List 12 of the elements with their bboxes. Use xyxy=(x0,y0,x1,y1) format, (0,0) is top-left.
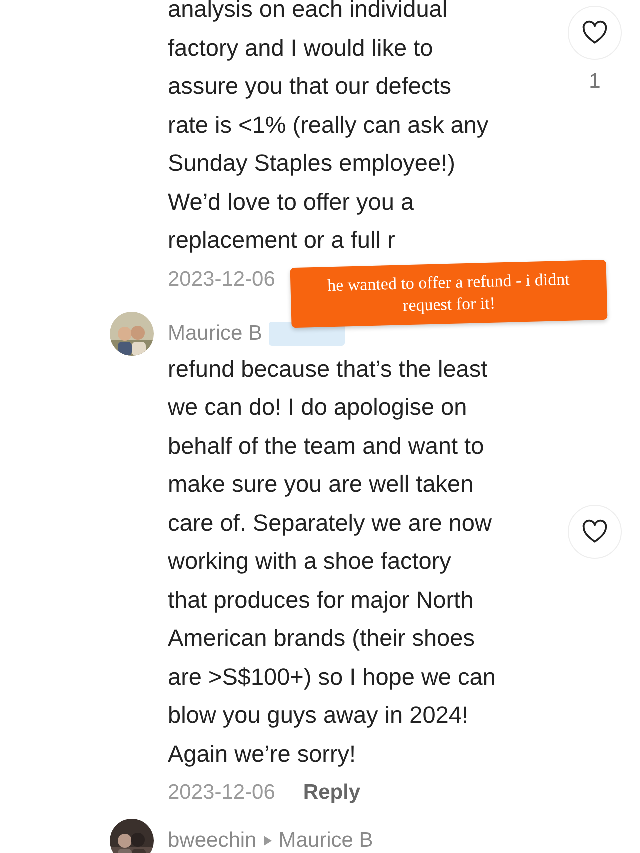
author-name[interactable]: bweechin xyxy=(168,829,257,853)
comment-date: 2023-12-06 xyxy=(168,781,276,805)
reply-to-name[interactable]: Maurice B xyxy=(278,829,374,853)
heart-icon xyxy=(581,19,609,47)
comment-text: refund because that’s the least we can do! I do apologise on behalf of the team and want to make sure you are well taken care of. Separately we are now working with a shoe factory that produces for major North American brands (their shoes are >S$100+) so I hope we can blow you guys away in 2024! Again we’re sorry! xyxy=(168,354,497,769)
reply-button[interactable]: Reply xyxy=(303,781,361,805)
comment-date: 2023-12-06 xyxy=(168,268,276,292)
reply-arrow-icon xyxy=(262,835,273,847)
author-name[interactable]: Maurice B xyxy=(168,322,263,346)
sticker-note: he wanted to offer a refund - i didnt request for it! xyxy=(290,260,608,328)
like-count: 1 xyxy=(589,70,601,94)
comment-text: analysis on each individual factory and I would like to assure you that our defects rate is <1% (really can ask any Sunday Staples employee!) We’d love to offer you a replacement or a full r xyxy=(168,0,490,255)
